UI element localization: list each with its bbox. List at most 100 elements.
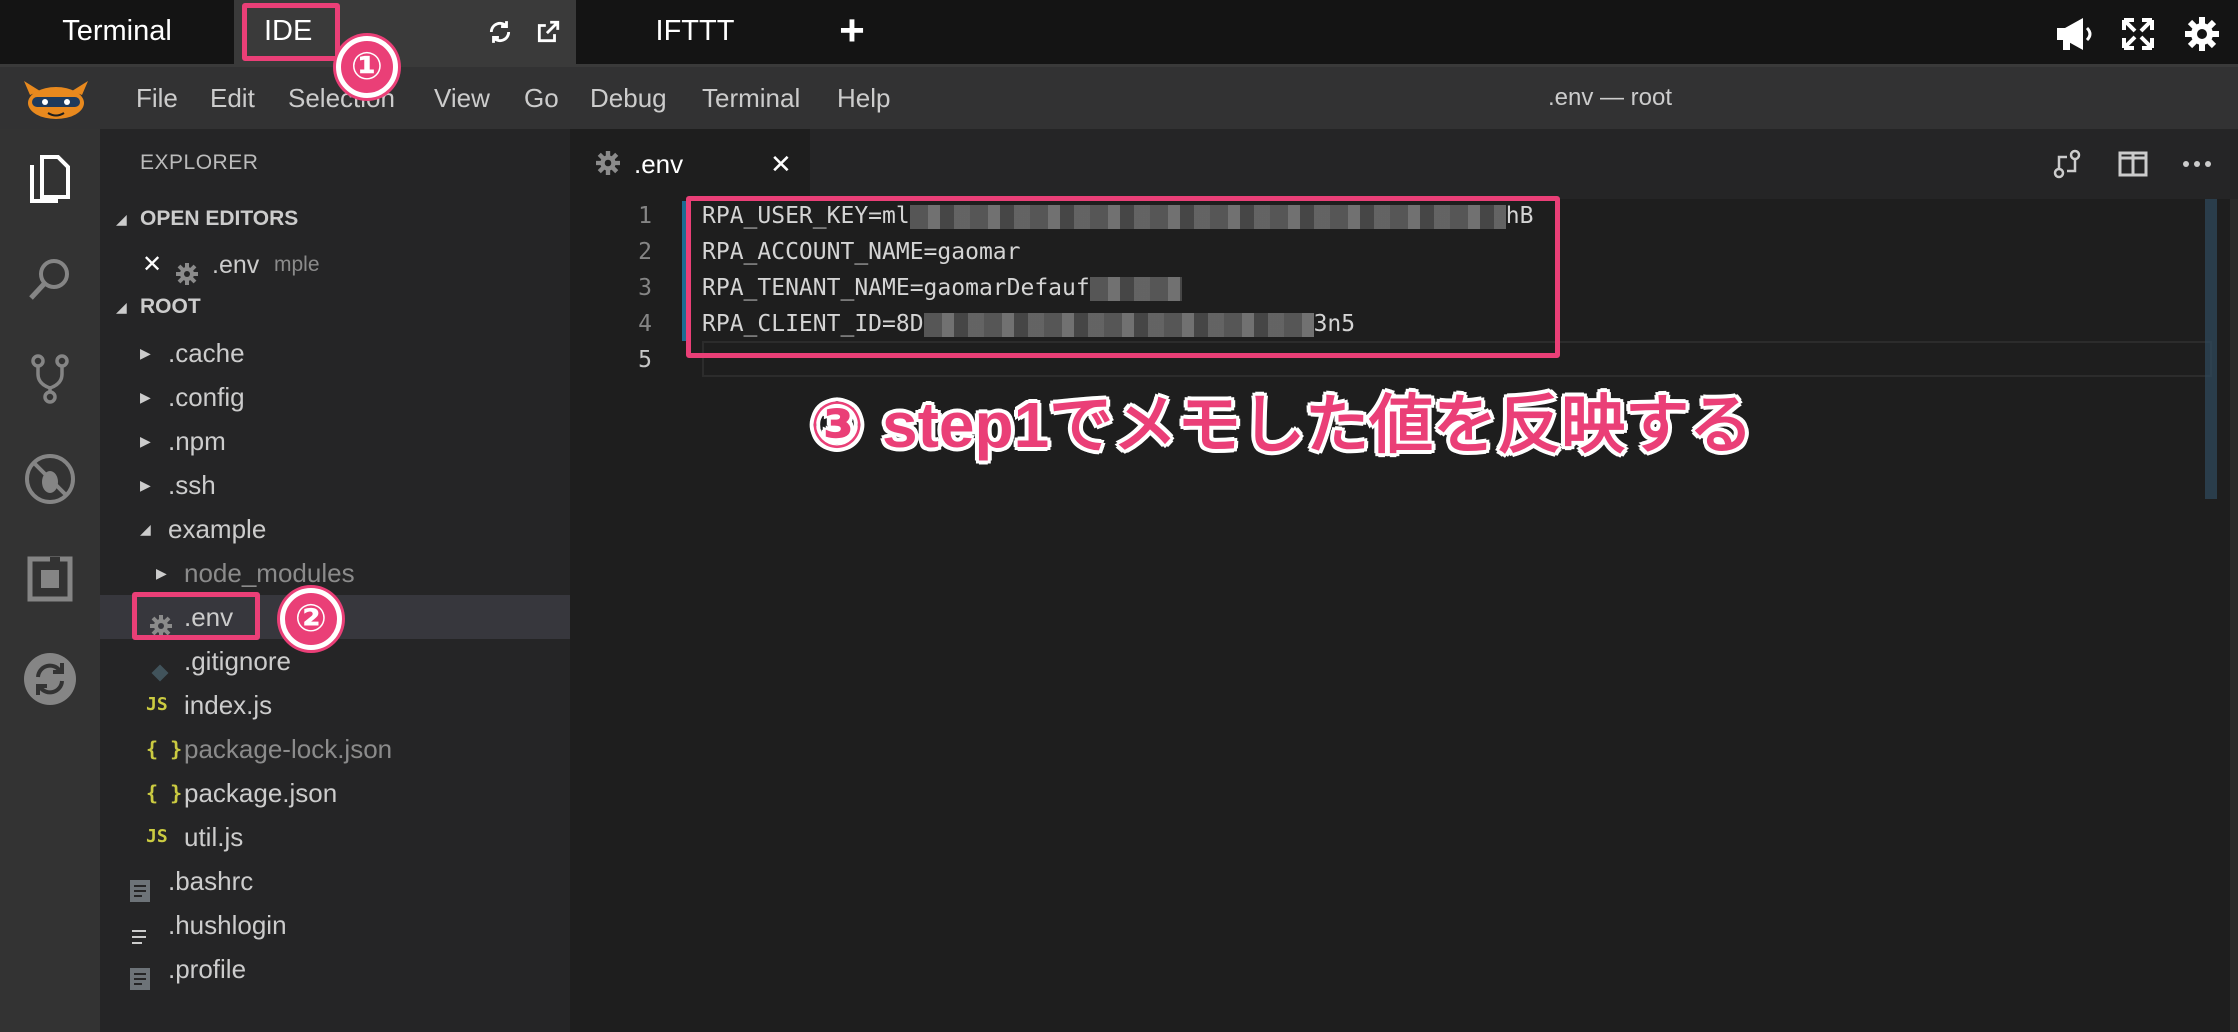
- json-file-icon: { }: [146, 781, 183, 805]
- chevron-down-icon: ◢: [116, 299, 127, 315]
- js-file-icon: JS: [146, 694, 168, 715]
- open-editor-folder: mple: [274, 253, 320, 276]
- close-icon[interactable]: ✕: [142, 243, 162, 287]
- tree-item-label: package.json: [184, 778, 338, 808]
- text-file-icon: [130, 959, 150, 1003]
- overview-ruler: [2205, 199, 2217, 499]
- tree-item-label: example: [168, 514, 267, 544]
- tree-item-label: util.js: [184, 822, 244, 852]
- plus-icon: +: [839, 6, 865, 55]
- tree-item-label: .cache: [168, 338, 245, 368]
- open-editor-item[interactable]: ✕ .env mple: [100, 243, 570, 287]
- tree-item-label: .bashrc: [168, 866, 254, 896]
- tree-file-profile[interactable]: .profile: [100, 947, 570, 991]
- new-tab-button[interactable]: +: [822, 0, 882, 64]
- tree-item-label: .npm: [168, 426, 226, 456]
- chevron-right-icon: ▶: [140, 433, 151, 449]
- line-number: 4: [638, 311, 652, 337]
- menu-bar: File Edit Selection View Go Debug Termin…: [0, 67, 2238, 129]
- line-number: 3: [638, 275, 652, 301]
- annotation-callout-3: ③ step1でメモした値を反映する: [810, 389, 1754, 461]
- tree-file-index-js[interactable]: JS index.js: [100, 683, 570, 727]
- line-number: 1: [638, 203, 652, 229]
- window-title: .env — root: [1547, 84, 1673, 111]
- tree-folder-node-modules[interactable]: ▶ node_modules: [100, 551, 570, 595]
- tree-item-label: .gitignore: [184, 646, 291, 676]
- extensions-icon[interactable]: [20, 549, 80, 609]
- tree-item-label: .config: [168, 382, 245, 412]
- debug-icon[interactable]: [20, 449, 80, 509]
- line-number: 2: [638, 239, 652, 265]
- fullscreen-icon[interactable]: [2118, 14, 2158, 54]
- tree-folder-cache[interactable]: ▶ .cache: [100, 331, 570, 375]
- tree-file-package-json[interactable]: { } package.json: [100, 771, 570, 815]
- annotation-badge-1: ①: [336, 36, 398, 98]
- external-link-icon[interactable]: [534, 18, 562, 46]
- js-file-icon: JS: [146, 826, 168, 847]
- tree-item-label: package-lock.json: [184, 734, 393, 764]
- menu-file[interactable]: File: [136, 67, 178, 129]
- gear-file-icon: [596, 151, 620, 180]
- tree-folder-ssh[interactable]: ▶ .ssh: [100, 463, 570, 507]
- host-tab-label: IFTTT: [655, 15, 735, 47]
- tree-folder-config[interactable]: ▶ .config: [100, 375, 570, 419]
- annotation-highlight-ide-tab: [242, 3, 340, 61]
- explorer-icon[interactable]: [20, 149, 80, 209]
- section-label: ROOT: [140, 295, 201, 318]
- sidebar-title: EXPLORER: [140, 151, 259, 174]
- tree-file-util-js[interactable]: JS util.js: [100, 815, 570, 859]
- tree-file-hushlogin[interactable]: .hushlogin: [100, 903, 570, 947]
- json-file-icon: { }: [146, 737, 183, 761]
- app-logo-icon: [20, 73, 92, 123]
- tree-item-label: .hushlogin: [168, 910, 287, 940]
- tree-file-package-lock-json[interactable]: { } package-lock.json: [100, 727, 570, 771]
- megaphone-icon[interactable]: [2052, 14, 2096, 54]
- refresh-icon[interactable]: [486, 18, 514, 46]
- menu-view[interactable]: View: [434, 67, 490, 129]
- menu-terminal[interactable]: Terminal: [702, 67, 800, 129]
- root-section[interactable]: ◢ ROOT: [100, 287, 570, 327]
- tree-item-label: node_modules: [184, 558, 355, 588]
- annotation-highlight-env-file: [132, 592, 260, 640]
- annotation-badge-2: ②: [280, 588, 342, 650]
- tree-file-bashrc[interactable]: .bashrc: [100, 859, 570, 903]
- editor-tab-label: .env: [634, 149, 684, 179]
- chevron-right-icon: ▶: [156, 565, 167, 581]
- tree-file-gitignore[interactable]: .gitignore: [100, 639, 570, 683]
- sync-icon[interactable]: [20, 649, 80, 709]
- section-label: OPEN EDITORS: [140, 207, 299, 230]
- explorer-sidebar: EXPLORER ◢ OPEN EDITORS ✕ .env mple ◢ RO…: [100, 129, 570, 1032]
- line-number: 5: [638, 347, 652, 373]
- menu-edit[interactable]: Edit: [210, 67, 255, 129]
- editor-tab-env[interactable]: .env ✕: [570, 129, 810, 199]
- vertical-scrollbar[interactable]: [2230, 199, 2238, 1032]
- more-actions-icon[interactable]: [2180, 147, 2214, 181]
- chevron-down-icon: ◢: [116, 211, 127, 227]
- chevron-right-icon: ▶: [140, 345, 151, 361]
- tree-item-label: .profile: [168, 954, 247, 984]
- host-tab-terminal[interactable]: Terminal: [0, 0, 234, 64]
- annotation-highlight-env-values: [686, 196, 1560, 358]
- split-editor-icon[interactable]: [2116, 147, 2150, 181]
- close-icon[interactable]: ✕: [770, 129, 792, 199]
- tree-item-label: index.js: [184, 690, 273, 720]
- menu-go[interactable]: Go: [524, 67, 559, 129]
- tree-item-label: .ssh: [168, 470, 216, 500]
- chevron-down-icon: ◢: [140, 521, 151, 537]
- open-editors-section[interactable]: ◢ OPEN EDITORS: [100, 199, 570, 239]
- menu-help[interactable]: Help: [837, 67, 890, 129]
- tree-folder-npm[interactable]: ▶ .npm: [100, 419, 570, 463]
- host-tab-ifttt[interactable]: IFTTT: [620, 0, 770, 64]
- source-control-icon[interactable]: [20, 349, 80, 409]
- host-tab-label: Terminal: [62, 15, 172, 47]
- search-icon[interactable]: [20, 249, 80, 309]
- open-changes-icon[interactable]: [2050, 147, 2084, 181]
- menu-debug[interactable]: Debug: [590, 67, 667, 129]
- editor-tab-strip: .env ✕: [570, 129, 2238, 199]
- chevron-right-icon: ▶: [140, 477, 151, 493]
- open-editor-name: .env: [212, 251, 260, 279]
- tree-folder-example[interactable]: ◢ example: [100, 507, 570, 551]
- chevron-right-icon: ▶: [140, 389, 151, 405]
- settings-gear-icon[interactable]: [2182, 14, 2222, 54]
- activity-bar: [0, 129, 100, 1032]
